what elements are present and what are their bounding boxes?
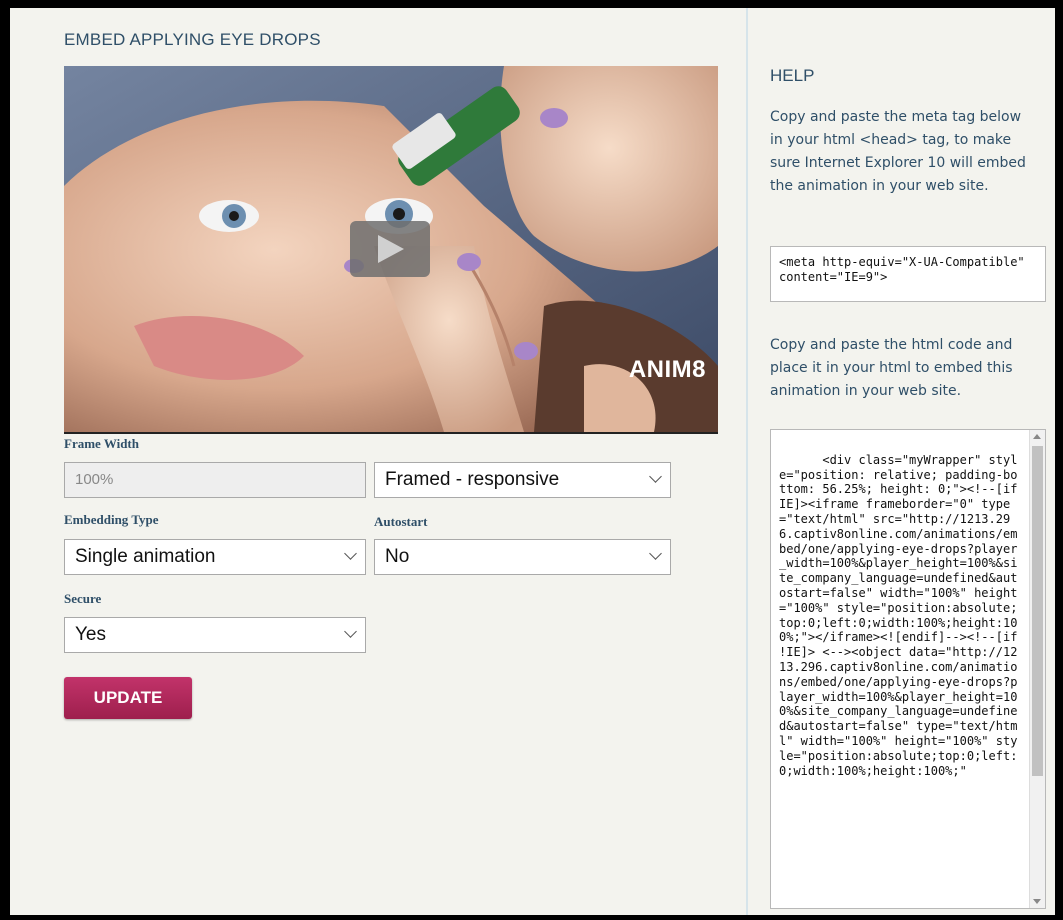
embedding-type-value: Single animation — [75, 546, 216, 567]
chevron-down-icon — [649, 470, 662, 483]
frame-mode-value: Framed - responsive — [385, 469, 560, 490]
embed-page: EMBED APPLYING EYE DROPS ANIM8 Frame Wid… — [10, 8, 1055, 915]
video-player[interactable]: ANIM8 — [64, 66, 718, 434]
page-title: EMBED APPLYING EYE DROPS — [64, 30, 321, 49]
secure-value: Yes — [75, 624, 106, 645]
chevron-down-icon — [344, 547, 357, 560]
embed-code-scrollbar[interactable] — [1029, 430, 1045, 908]
autostart-value: No — [385, 546, 410, 567]
meta-tag-code[interactable]: <meta http-equiv="X-UA-Compatible" conte… — [770, 246, 1046, 302]
chevron-down-icon — [344, 625, 357, 638]
help-panel: HELP Copy and paste the meta tag below i… — [748, 8, 1055, 915]
play-button[interactable] — [350, 221, 430, 277]
embedding-type-select[interactable]: Single animation — [64, 539, 366, 575]
chevron-down-icon — [649, 547, 662, 560]
anim8-logo: ANIM8 — [628, 356, 706, 383]
scroll-down-icon[interactable] — [1033, 899, 1041, 904]
scroll-up-icon[interactable] — [1033, 434, 1041, 439]
help-embed-instructions: Copy and paste the html code and place i… — [770, 337, 1013, 399]
autostart-select[interactable]: No — [374, 539, 671, 575]
frame-mode-select[interactable]: Framed - responsive — [374, 462, 671, 498]
embedding-type-label: Embedding Type — [64, 512, 159, 527]
embed-code-textarea[interactable]: <div class="myWrapper" style="position: … — [770, 429, 1046, 909]
secure-select[interactable]: Yes — [64, 617, 366, 653]
update-button[interactable]: UPDATE — [64, 677, 192, 719]
embed-panel: EMBED APPLYING EYE DROPS ANIM8 Frame Wid… — [10, 8, 746, 915]
secure-label: Secure — [64, 591, 102, 606]
frame-width-input: 100% — [64, 462, 366, 498]
scroll-thumb[interactable] — [1032, 446, 1043, 776]
frame-width-label: Frame Width — [64, 436, 139, 451]
embed-code-text: <div class="myWrapper" style="position: … — [779, 452, 1025, 778]
autostart-label: Autostart — [374, 514, 428, 529]
help-title: HELP — [770, 66, 815, 85]
help-meta-instructions: Copy and paste the meta tag below in you… — [770, 109, 1026, 194]
